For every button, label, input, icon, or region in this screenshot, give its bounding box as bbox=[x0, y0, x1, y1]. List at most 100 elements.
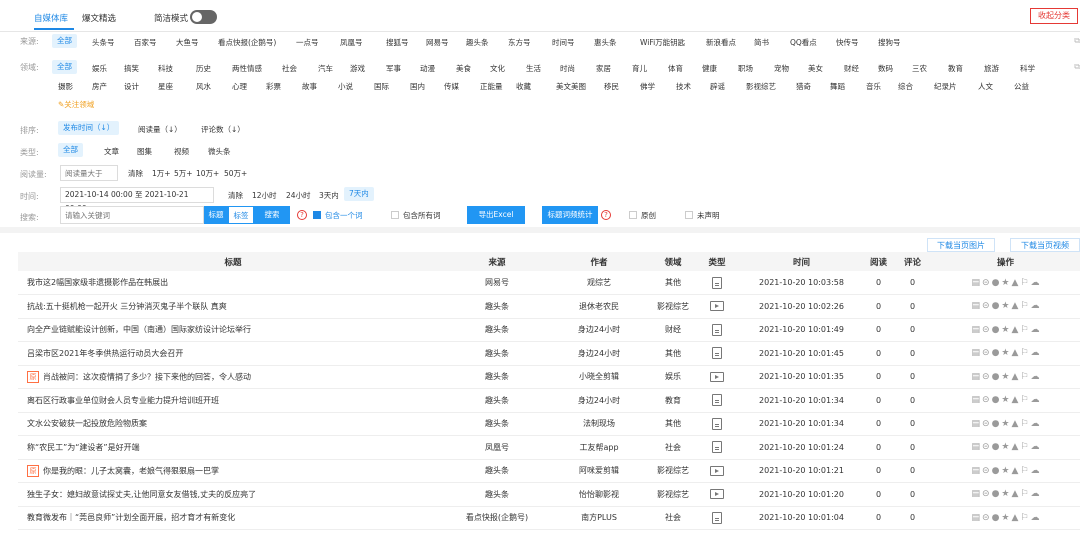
title-cell[interactable]: 原你是我的眼：儿子太窝囊，老娘气得狠狠扇一巴掌 bbox=[18, 459, 448, 483]
contain-one-checkbox[interactable] bbox=[313, 211, 321, 219]
dot-icon[interactable]: ● bbox=[992, 348, 1000, 358]
time-7d[interactable]: 7天内 bbox=[344, 187, 374, 201]
article-title[interactable]: 独生子女：媳妇故意试探丈夫,让他同意女友借钱,丈夫的反应亮了 bbox=[27, 490, 256, 499]
star-icon[interactable]: ★ bbox=[1001, 325, 1009, 335]
field-option[interactable]: 故事 bbox=[302, 81, 317, 92]
source-option[interactable]: WiFi万能钥匙 bbox=[640, 37, 685, 48]
field-option[interactable]: 移民 bbox=[604, 81, 619, 92]
field-option[interactable]: 汽车 bbox=[318, 63, 333, 74]
source-option[interactable]: 头条号 bbox=[92, 37, 115, 48]
field-option[interactable]: 生活 bbox=[526, 63, 541, 74]
help-icon[interactable]: ? bbox=[297, 210, 307, 220]
cloud-download-icon[interactable]: ☁ bbox=[1031, 466, 1040, 476]
field-option[interactable]: 辟谣 bbox=[710, 81, 725, 92]
date-range-input[interactable]: 2021-10-14 00:00 至 2021-10-21 00:00 bbox=[60, 187, 214, 213]
contain-all-checkbox[interactable] bbox=[391, 211, 399, 219]
article-title[interactable]: 吕梁市区2021年冬季供热运行动员大会召开 bbox=[27, 349, 183, 358]
table-row[interactable]: 原你是我的眼：儿子太窝囊，老娘气得狠狠扇一巴掌 趣头条 阿咪爱剪辑 影视综艺 2021-… bbox=[18, 459, 1080, 483]
field-option[interactable]: 家居 bbox=[596, 63, 611, 74]
title-cell[interactable]: 文水公安破获一起投放危险物质案 bbox=[18, 412, 448, 436]
article-title[interactable]: 抗战:五十挺机枪一起开火 三分钟消灭鬼子半个联队 真爽 bbox=[27, 302, 227, 311]
dot-icon[interactable]: ● bbox=[992, 301, 1000, 311]
field-option[interactable]: 音乐 bbox=[866, 81, 881, 92]
field-option[interactable]: 美食 bbox=[456, 63, 471, 74]
title-cell[interactable]: 称“农民工”为“建设者”是好开端 bbox=[18, 436, 448, 460]
link-icon[interactable]: ⊝ bbox=[982, 419, 990, 429]
chart-icon[interactable]: ▲ bbox=[1012, 419, 1019, 429]
field-option[interactable]: 文化 bbox=[490, 63, 505, 74]
search-input[interactable] bbox=[60, 206, 204, 224]
field-option[interactable]: 综合 bbox=[898, 81, 913, 92]
field-option[interactable]: 旅游 bbox=[984, 63, 999, 74]
source-option[interactable]: 快传号 bbox=[836, 37, 859, 48]
follow-field-link[interactable]: ✎关注领域 bbox=[58, 99, 94, 110]
chart-icon[interactable]: ▲ bbox=[1012, 372, 1019, 382]
star-icon[interactable]: ★ bbox=[1001, 301, 1009, 311]
field-option[interactable]: 风水 bbox=[196, 81, 211, 92]
dot-icon[interactable]: ● bbox=[992, 513, 1000, 523]
sort-by-comments[interactable]: 评论数（↓） bbox=[201, 124, 245, 135]
cloud-download-icon[interactable]: ☁ bbox=[1031, 419, 1040, 429]
field-option[interactable]: 舞蹈 bbox=[830, 81, 845, 92]
dot-icon[interactable]: ● bbox=[992, 466, 1000, 476]
table-row[interactable]: 独生子女：媳妇故意试探丈夫,让他同意女友借钱,丈夫的反应亮了 趣头条 怡怡聊影视 影视… bbox=[18, 483, 1080, 507]
field-option[interactable]: 两性情感 bbox=[232, 63, 262, 74]
source-all[interactable]: 全部 bbox=[52, 34, 77, 48]
stats-help-icon[interactable]: ? bbox=[601, 210, 611, 220]
chart-icon[interactable]: ▲ bbox=[1012, 489, 1019, 499]
field-option[interactable]: 育儿 bbox=[632, 63, 647, 74]
reads-clear[interactable]: 清除 bbox=[128, 168, 143, 179]
chart-icon[interactable]: ▲ bbox=[1012, 348, 1019, 358]
cloud-download-icon[interactable]: ☁ bbox=[1031, 301, 1040, 311]
field-option[interactable]: 技术 bbox=[676, 81, 691, 92]
field-option[interactable]: 科技 bbox=[158, 63, 173, 74]
link-icon[interactable]: ⊝ bbox=[982, 442, 990, 452]
star-icon[interactable]: ★ bbox=[1001, 489, 1009, 499]
time-24h[interactable]: 24小时 bbox=[286, 190, 311, 201]
doc-icon[interactable]: ▤ bbox=[972, 442, 981, 452]
doc-icon[interactable]: ▤ bbox=[972, 419, 981, 429]
field-option[interactable]: 社会 bbox=[282, 63, 297, 74]
chart-icon[interactable]: ▲ bbox=[1012, 395, 1019, 405]
doc-icon[interactable]: ▤ bbox=[972, 489, 981, 499]
doc-icon[interactable]: ▤ bbox=[972, 348, 981, 358]
field-option[interactable]: 影视综艺 bbox=[746, 81, 776, 92]
link-icon[interactable]: ⊝ bbox=[982, 513, 990, 523]
title-cell[interactable]: 原肖战被问：这次疫情捐了多少？接下来他的回答，令人感动 bbox=[18, 365, 448, 389]
time-clear[interactable]: 清除 bbox=[228, 190, 243, 201]
table-row[interactable]: 我市这2幅国家级非遗摄影作品在韩展出 网易号 观综艺 其他 2021-10-20 10:… bbox=[18, 271, 1080, 295]
word-stats-button[interactable]: 标题词频统计 bbox=[542, 206, 598, 224]
type-video[interactable]: 视频 bbox=[174, 146, 189, 157]
article-title[interactable]: 称“农民工”为“建设者”是好开端 bbox=[27, 443, 140, 452]
undeclared-checkbox[interactable] bbox=[685, 211, 693, 219]
source-option[interactable]: 简书 bbox=[754, 37, 769, 48]
scope-tag-button[interactable]: 标签 bbox=[228, 206, 254, 224]
field-option[interactable]: 职场 bbox=[738, 63, 753, 74]
dot-icon[interactable]: ● bbox=[992, 278, 1000, 288]
doc-icon[interactable]: ▤ bbox=[972, 395, 981, 405]
time-3d[interactable]: 3天内 bbox=[319, 190, 339, 201]
field-option[interactable]: 星座 bbox=[158, 81, 173, 92]
field-option[interactable]: 财经 bbox=[844, 63, 859, 74]
field-option[interactable]: 小说 bbox=[338, 81, 353, 92]
source-option[interactable]: 看点快报(企鹅号) bbox=[218, 37, 276, 48]
star-icon[interactable]: ★ bbox=[1001, 466, 1009, 476]
report-icon[interactable]: ⚐ bbox=[1020, 278, 1028, 288]
title-cell[interactable]: 离石区行政事业单位财会人员专业能力提升培训班开班 bbox=[18, 389, 448, 413]
doc-icon[interactable]: ▤ bbox=[972, 466, 981, 476]
field-option[interactable]: 三农 bbox=[912, 63, 927, 74]
chart-icon[interactable]: ▲ bbox=[1012, 466, 1019, 476]
chart-icon[interactable]: ▲ bbox=[1012, 325, 1019, 335]
simple-mode-toggle[interactable] bbox=[190, 10, 217, 24]
field-option[interactable]: 心理 bbox=[232, 81, 247, 92]
cloud-download-icon[interactable]: ☁ bbox=[1031, 278, 1040, 288]
scope-title-button[interactable]: 标题 bbox=[204, 206, 228, 224]
report-icon[interactable]: ⚐ bbox=[1020, 395, 1028, 405]
title-cell[interactable]: 独生子女：媳妇故意试探丈夫,让他同意女友借钱,丈夫的反应亮了 bbox=[18, 483, 448, 507]
article-title[interactable]: 向全产业链赋能设计创新，中国（南通）国际家纺设计论坛举行 bbox=[27, 325, 251, 334]
source-option[interactable]: 凤凰号 bbox=[340, 37, 363, 48]
star-icon[interactable]: ★ bbox=[1001, 278, 1009, 288]
field-option[interactable]: 房产 bbox=[92, 81, 107, 92]
link-icon[interactable]: ⊝ bbox=[982, 325, 990, 335]
title-cell[interactable]: 教育微发布｜“莞邑良师”计划全面开展，招才育才有新变化 bbox=[18, 506, 448, 530]
